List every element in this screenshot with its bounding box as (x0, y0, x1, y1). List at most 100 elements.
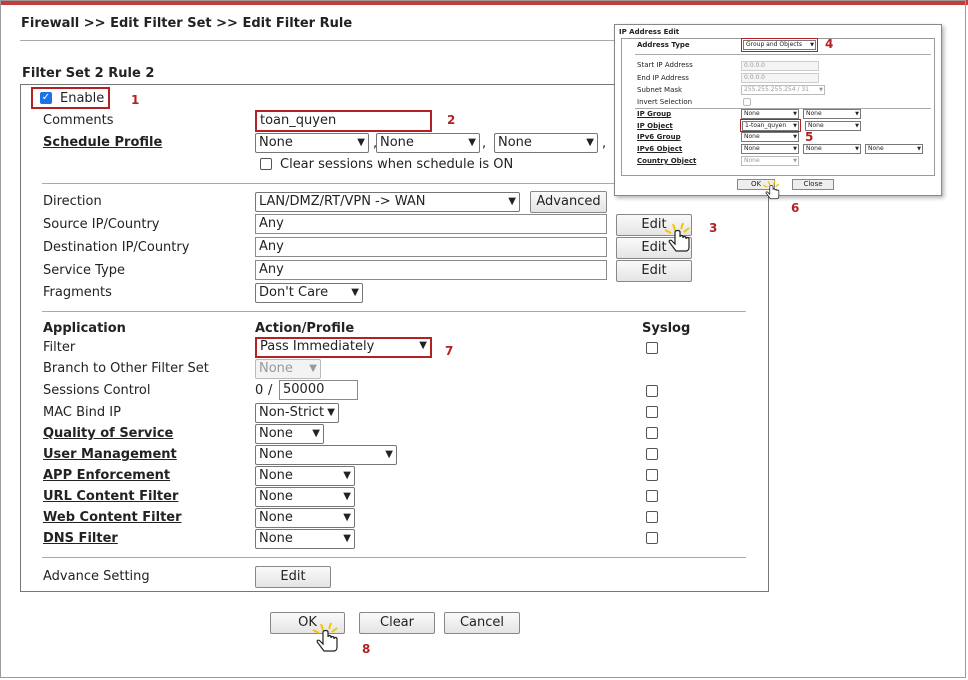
subnet-mask-select: 255.255.255.254 / 31 ▼ (741, 85, 825, 95)
ipv6-group-select[interactable]: None ▼ (741, 132, 799, 142)
sessions-current: 0 (255, 383, 264, 398)
syslog-header: Syslog (642, 321, 691, 336)
dns-syslog-checkbox[interactable] (646, 532, 658, 544)
chevron-down-icon: ▼ (343, 491, 351, 502)
ip-object-select-1[interactable]: 1-toan_quyen ▼ (742, 121, 799, 131)
destination-input[interactable]: Any (255, 237, 607, 257)
service-edit-button[interactable]: Edit (616, 260, 692, 282)
ip-group-select-2[interactable]: None ▼ (803, 109, 861, 119)
breadcrumb: Firewall >> Edit Filter Set >> Edit Filt… (21, 16, 353, 31)
address-type-select[interactable]: Group and Objects ▼ (743, 40, 816, 50)
enable-checkbox[interactable]: ✓ (40, 92, 52, 104)
chevron-down-icon: ▼ (357, 137, 365, 148)
chevron-down-icon: ▼ (327, 407, 335, 418)
filter-syslog-checkbox[interactable] (646, 342, 658, 354)
dns-filter-select[interactable]: None ▼ (255, 529, 355, 549)
ip-object-select-2[interactable]: None ▼ (805, 121, 861, 131)
pointer-hand-icon (664, 222, 690, 252)
chevron-down-icon: ▼ (855, 146, 859, 152)
advance-setting-edit-button[interactable]: Edit (255, 566, 331, 588)
cancel-button[interactable]: Cancel (444, 612, 520, 634)
qos-select[interactable]: None ▼ (255, 424, 324, 444)
filter-select[interactable]: Pass Immediately ▼ (257, 339, 430, 356)
chevron-down-icon: ▼ (343, 470, 351, 481)
ipv6-object-select-1[interactable]: None ▼ (741, 144, 799, 154)
chevron-down-icon: ▼ (917, 146, 921, 152)
user-syslog-checkbox[interactable] (646, 448, 658, 460)
country-object-select: None ▼ (741, 156, 799, 166)
sessions-max-input[interactable]: 50000 (279, 380, 358, 400)
pointer-hand-icon (312, 622, 338, 652)
chevron-down-icon: ▼ (810, 42, 814, 48)
divider (635, 54, 931, 55)
popup-title: IP Address Edit (619, 28, 680, 36)
popup-close-button[interactable]: Close (792, 179, 834, 190)
chevron-down-icon: ▼ (819, 87, 823, 93)
url-content-filter-select[interactable]: None ▼ (255, 487, 355, 507)
chevron-down-icon: ▼ (343, 533, 351, 544)
chevron-down-icon: ▼ (793, 134, 797, 140)
divider (42, 557, 746, 558)
chevron-down-icon: ▼ (385, 449, 393, 460)
chevron-down-icon: ▼ (508, 196, 516, 207)
app-enforcement-select[interactable]: None ▼ (255, 466, 355, 486)
clear-sessions-checkbox[interactable] (260, 158, 272, 170)
mac-syslog-checkbox[interactable] (646, 406, 658, 418)
divider (42, 311, 746, 312)
user-management-link[interactable]: User Management (43, 447, 177, 462)
ipv6-object-link[interactable]: IPv6 Object (637, 145, 682, 153)
chevron-down-icon: ▼ (312, 428, 320, 439)
ip-object-link[interactable]: IP Object (637, 122, 673, 130)
schedule-select-2[interactable]: None ▼ (376, 133, 480, 153)
sessions-syslog-checkbox[interactable] (646, 385, 658, 397)
web-content-filter-link[interactable]: Web Content Filter (43, 510, 182, 525)
schedule-profile-link[interactable]: Schedule Profile (43, 135, 162, 150)
user-management-select[interactable]: None ▼ (255, 445, 397, 465)
chevron-down-icon: ▼ (855, 123, 859, 129)
ip-group-link[interactable]: IP Group (637, 110, 671, 118)
clear-button[interactable]: Clear (359, 612, 435, 634)
direction-select[interactable]: LAN/DMZ/RT/VPN -> WAN ▼ (255, 192, 520, 212)
address-type-label: Address Type (637, 41, 690, 49)
source-input[interactable]: Any (255, 214, 607, 234)
schedule-select-3[interactable]: None ▼ (494, 133, 598, 153)
advanced-button[interactable]: Advanced (530, 191, 607, 213)
step-number-6: 6 (791, 201, 800, 215)
service-type-input[interactable]: Any (255, 260, 607, 280)
chevron-down-icon: ▼ (309, 363, 317, 374)
invert-selection-checkbox (743, 98, 751, 106)
end-ip-input: 0.0.0.0 (741, 73, 819, 83)
step-number-4: 4 (825, 37, 834, 51)
step-number-3: 3 (709, 221, 718, 235)
country-object-link[interactable]: Country Object (637, 157, 696, 165)
mac-bind-select[interactable]: Non-Strict ▼ (255, 403, 339, 423)
web-content-filter-select[interactable]: None ▼ (255, 508, 355, 528)
ipv6-group-link[interactable]: IPv6 Group (637, 133, 681, 141)
step-number-8: 8 (362, 642, 371, 656)
ip-group-select-1[interactable]: None ▼ (741, 109, 799, 119)
subnet-mask-label: Subnet Mask (637, 86, 683, 94)
web-syslog-checkbox[interactable] (646, 511, 658, 523)
dns-filter-link[interactable]: DNS Filter (43, 531, 118, 546)
step-number-5: 5 (805, 130, 814, 144)
ipv6-object-select-2[interactable]: None ▼ (803, 144, 861, 154)
schedule-select-1[interactable]: None ▼ (255, 133, 369, 153)
app-syslog-checkbox[interactable] (646, 469, 658, 481)
sessions-separator: / (268, 383, 273, 398)
app-enforcement-link[interactable]: APP Enforcement (43, 468, 170, 483)
fragments-select[interactable]: Don't Care ▼ (255, 283, 363, 303)
comments-input[interactable]: toan_quyen (257, 112, 430, 130)
qos-syslog-checkbox[interactable] (646, 427, 658, 439)
qos-link[interactable]: Quality of Service (43, 426, 173, 441)
url-syslog-checkbox[interactable] (646, 490, 658, 502)
chevron-down-icon: ▼ (343, 512, 351, 523)
ipv6-object-select-3[interactable]: None ▼ (865, 144, 923, 154)
chevron-down-icon: ▼ (419, 340, 427, 351)
chevron-down-icon: ▼ (468, 137, 476, 148)
url-content-filter-link[interactable]: URL Content Filter (43, 489, 178, 504)
filter-label: Filter (43, 340, 76, 355)
advance-setting-label: Advance Setting (43, 569, 150, 584)
chevron-down-icon: ▼ (855, 111, 859, 117)
step-number-1: 1 (131, 93, 140, 107)
source-label: Source IP/Country (43, 217, 160, 232)
